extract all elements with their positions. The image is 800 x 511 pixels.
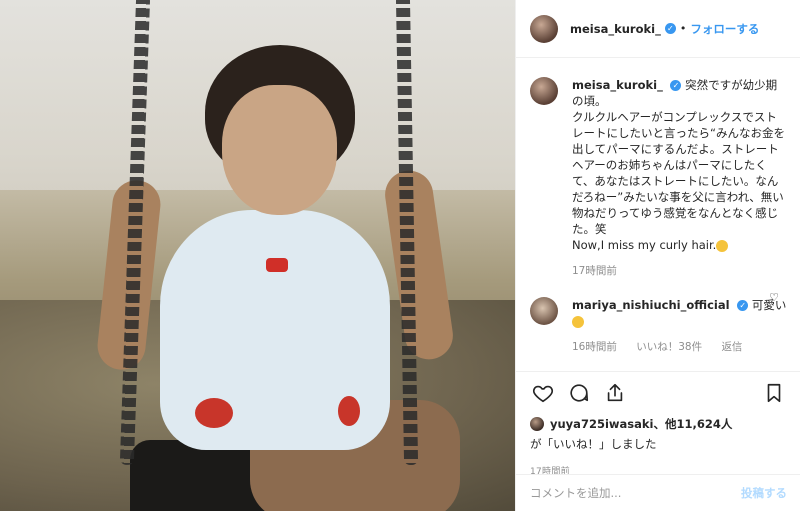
caption-author-avatar[interactable] <box>530 77 558 105</box>
separator-dot: • <box>679 22 687 35</box>
likes-others-count[interactable]: 、他11,624人 <box>653 416 732 432</box>
liker-avatar[interactable] <box>530 417 544 431</box>
comment-like-heart-icon[interactable]: ♡ <box>769 291 779 304</box>
comment-input[interactable] <box>530 486 741 500</box>
instagram-post: meisa_kuroki_ ✓ • フォローする meisa_kuroki_ ✓… <box>0 0 800 511</box>
add-comment-bar: 投稿する <box>516 474 800 511</box>
post-header: meisa_kuroki_ ✓ • フォローする <box>516 0 800 58</box>
post-actions: yuya725iwasaki 、他11,624人 が「いいね！」しました 17時間… <box>516 371 800 477</box>
author-avatar[interactable] <box>530 14 558 43</box>
caption-username[interactable]: meisa_kuroki_ <box>572 78 663 92</box>
follow-button[interactable]: フォローする <box>690 21 759 37</box>
caption-body: meisa_kuroki_ ✓ 突然ですが幼少期の頃。 クルクルヘアーがコンプレ… <box>572 77 787 279</box>
verified-badge-icon: ✓ <box>737 300 749 311</box>
comments-section[interactable]: meisa_kuroki_ ✓ 突然ですが幼少期の頃。 クルクルヘアーがコンプレ… <box>516 59 800 371</box>
caption-meta: 17時間前 <box>572 263 787 279</box>
caption-comment: meisa_kuroki_ ✓ 突然ですが幼少期の頃。 クルクルヘアーがコンプレ… <box>530 77 787 279</box>
child-face <box>222 85 337 215</box>
reply-timestamp[interactable]: 16時間前 <box>572 341 617 353</box>
blushing-emoji-icon <box>572 315 584 328</box>
reply-body: mariya_nishiuchi_official ✓ 可愛い 16時間前 いい… <box>572 297 787 355</box>
author-username[interactable]: meisa_kuroki_ <box>570 22 661 36</box>
reply-comment: mariya_nishiuchi_official ✓ 可愛い 16時間前 いい… <box>530 297 787 355</box>
dress-dot <box>195 398 233 428</box>
reply-username[interactable]: mariya_nishiuchi_official <box>572 298 730 312</box>
caption-line: クルクルヘアーがコンプレックスでストレートにしたいと言ったら“みんなお金を出して… <box>572 110 785 236</box>
like-heart-icon[interactable] <box>530 380 556 406</box>
dress-dot <box>338 396 360 426</box>
reply-author-avatar[interactable] <box>530 297 558 325</box>
action-row <box>530 380 787 406</box>
bookmark-icon[interactable] <box>761 380 787 406</box>
post-photo[interactable] <box>0 0 515 511</box>
post-side-panel: meisa_kuroki_ ✓ • フォローする meisa_kuroki_ ✓… <box>515 0 800 511</box>
likes-suffix: が「いいね！」しました <box>530 437 657 451</box>
share-icon[interactable] <box>602 380 628 406</box>
laughing-emoji-icon <box>716 239 729 252</box>
verified-badge-icon: ✓ <box>664 23 676 34</box>
verified-badge-icon: ✓ <box>670 80 682 91</box>
comment-bubble-icon[interactable] <box>566 380 592 406</box>
reply-likes-count[interactable]: いいね！38件 <box>636 341 702 353</box>
dress-bow <box>266 258 288 272</box>
reply-meta: 16時間前 いいね！38件 返信 <box>572 339 787 355</box>
likes-summary: yuya725iwasaki 、他11,624人 <box>530 416 787 432</box>
liker-username[interactable]: yuya725iwasaki <box>550 417 653 431</box>
caption-line: Now,I miss my curly hair. <box>572 238 717 252</box>
reply-button[interactable]: 返信 <box>721 341 742 353</box>
post-comment-button[interactable]: 投稿する <box>741 485 787 501</box>
caption-timestamp[interactable]: 17時間前 <box>572 265 617 277</box>
